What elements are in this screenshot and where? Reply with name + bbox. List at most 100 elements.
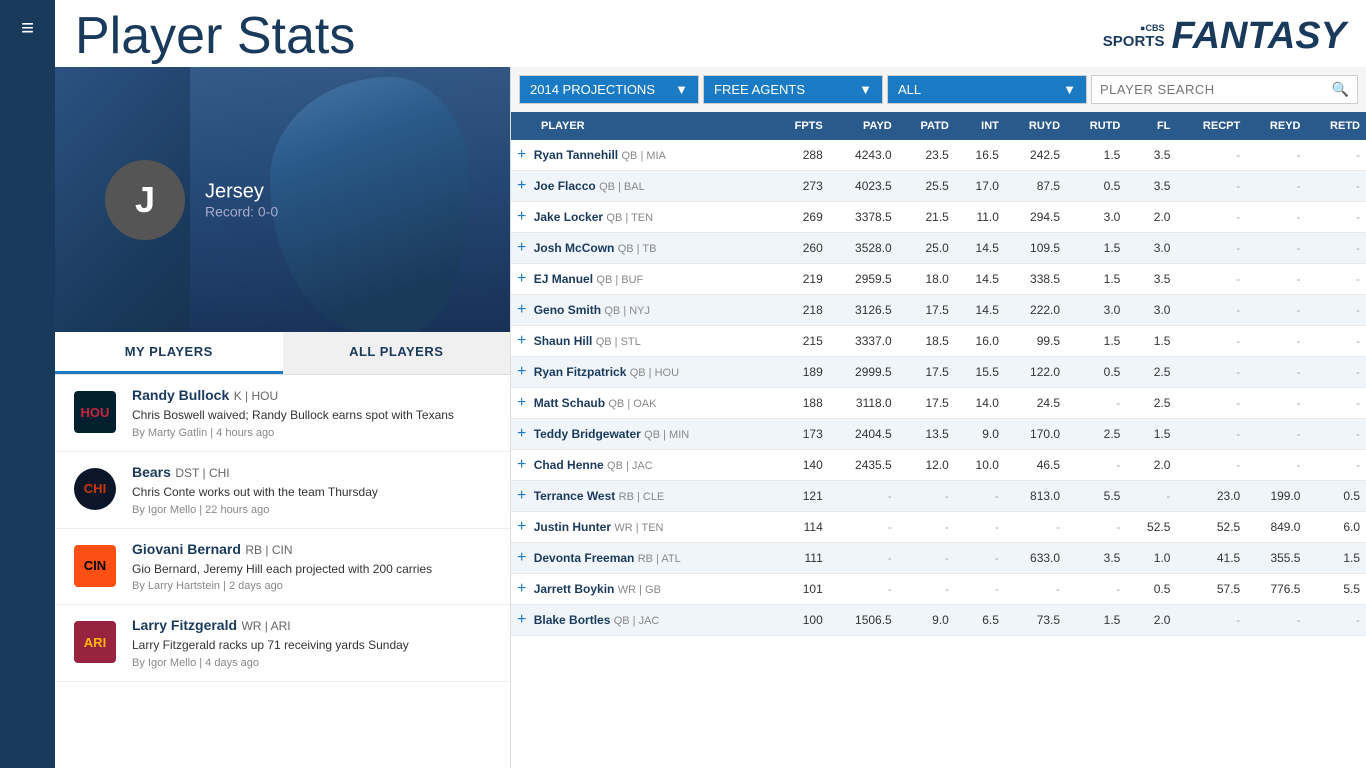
hero-name: Jersey (205, 180, 278, 203)
projection-filter[interactable]: 2014 PROJECTIONS ▼ (519, 75, 699, 104)
payd-cell: 4023.5 (829, 171, 898, 202)
fl-cell: 2.0 (1126, 202, 1176, 233)
recpt-cell: - (1176, 295, 1246, 326)
player-pos-team: RB | CLE (619, 491, 665, 503)
add-player-button[interactable]: + (517, 301, 526, 319)
search-input[interactable] (1100, 82, 1332, 97)
player-cell: + Jarrett Boykin WR | GB (511, 574, 772, 605)
recpt-cell: - (1176, 140, 1246, 171)
payd-cell: - (829, 512, 898, 543)
recpt-cell: - (1176, 419, 1246, 450)
add-player-button[interactable]: + (517, 270, 526, 288)
fpts-cell: 269 (772, 202, 829, 233)
ruyd-cell: 633.0 (1005, 543, 1066, 574)
fpts-cell: 121 (772, 481, 829, 512)
fl-cell: 3.0 (1126, 233, 1176, 264)
add-player-button[interactable]: + (517, 332, 526, 350)
table-row: + EJ Manuel QB | BUF 219 2959.5 18.0 14.… (511, 264, 1366, 295)
player-cell: + Terrance West RB | CLE (511, 481, 772, 512)
int-cell: 6.5 (955, 605, 1005, 636)
rutd-cell: 1.5 (1066, 140, 1126, 171)
news-desc: Gio Bernard, Jeremy Hill each projected … (132, 561, 495, 578)
player-cell: + Chad Henne QB | JAC (511, 450, 772, 481)
player-name: Ryan Fitzpatrick (534, 365, 627, 379)
patd-cell: 9.0 (898, 605, 955, 636)
news-item: ARI Larry Fitzgerald WR | ARI Larry Fitz… (55, 605, 510, 682)
table-row: + Devonta Freeman RB | ATL 111 - - - 633… (511, 543, 1366, 574)
sports-label: SPORTS (1103, 33, 1165, 50)
fpts-cell: 215 (772, 326, 829, 357)
add-player-button[interactable]: + (517, 425, 526, 443)
table-row: + Jarrett Boykin WR | GB 101 - - - - - 0… (511, 574, 1366, 605)
ruyd-cell: 73.5 (1005, 605, 1066, 636)
position-filter[interactable]: ALL ▼ (887, 75, 1087, 104)
col-fpts: FPTS (772, 112, 829, 140)
add-player-button[interactable]: + (517, 549, 526, 567)
ruyd-cell: 87.5 (1005, 171, 1066, 202)
player-pos-team: QB | OAK (608, 398, 656, 410)
agents-filter[interactable]: FREE AGENTS ▼ (703, 75, 883, 104)
payd-cell: - (829, 481, 898, 512)
news-meta: By Igor Mello | 4 days ago (132, 657, 495, 669)
int-cell: 14.5 (955, 295, 1005, 326)
player-cell: + Jake Locker QB | TEN (511, 202, 772, 233)
table-row: + Geno Smith QB | NYJ 218 3126.5 17.5 14… (511, 295, 1366, 326)
fpts-cell: 273 (772, 171, 829, 202)
ruyd-cell: 813.0 (1005, 481, 1066, 512)
reyd-cell: - (1246, 264, 1306, 295)
ruyd-cell: 294.5 (1005, 202, 1066, 233)
tab-all-players[interactable]: ALL PLAYERS (283, 332, 511, 374)
patd-cell: 17.5 (898, 388, 955, 419)
add-player-button[interactable]: + (517, 456, 526, 474)
news-text: Randy Bullock K | HOU Chris Boswell waiv… (132, 387, 495, 439)
player-name: Devonta Freeman (534, 551, 635, 565)
add-player-button[interactable]: + (517, 177, 526, 195)
add-player-button[interactable]: + (517, 394, 526, 412)
ruyd-cell: 99.5 (1005, 326, 1066, 357)
add-player-button[interactable]: + (517, 611, 526, 629)
player-name: EJ Manuel (534, 272, 593, 286)
player-pos-team: QB | BUF (596, 274, 643, 286)
add-player-button[interactable]: + (517, 239, 526, 257)
add-player-button[interactable]: + (517, 518, 526, 536)
recpt-cell: - (1176, 233, 1246, 264)
news-text: Giovani Bernard RB | CIN Gio Bernard, Je… (132, 541, 495, 593)
reyd-cell: 849.0 (1246, 512, 1306, 543)
add-player-button[interactable]: + (517, 580, 526, 598)
player-cell: + Joe Flacco QB | BAL (511, 171, 772, 202)
patd-cell: 17.5 (898, 357, 955, 388)
tab-my-players[interactable]: MY PLAYERS (55, 332, 283, 374)
retd-cell: - (1306, 295, 1366, 326)
patd-cell: 12.0 (898, 450, 955, 481)
int-cell: 14.0 (955, 388, 1005, 419)
news-player-name: Bears DST | CHI (132, 464, 495, 482)
stats-table-wrapper: PLAYER FPTS PAYD PATD INT RUYD RUTD FL R… (511, 112, 1366, 768)
payd-cell: 2959.5 (829, 264, 898, 295)
int-cell: 17.0 (955, 171, 1005, 202)
player-cell: + Blake Bortles QB | JAC (511, 605, 772, 636)
payd-cell: - (829, 574, 898, 605)
news-item: HOU Randy Bullock K | HOU Chris Boswell … (55, 375, 510, 452)
patd-cell: - (898, 574, 955, 605)
player-name: Shaun Hill (534, 334, 593, 348)
player-name: Blake Bortles (534, 613, 611, 627)
retd-cell: 1.5 (1306, 543, 1366, 574)
add-player-button[interactable]: + (517, 363, 526, 381)
stats-table: PLAYER FPTS PAYD PATD INT RUYD RUTD FL R… (511, 112, 1366, 636)
menu-icon[interactable]: ≡ (21, 15, 34, 41)
fl-cell: 52.5 (1126, 512, 1176, 543)
fl-cell: 1.0 (1126, 543, 1176, 574)
reyd-cell: - (1246, 357, 1306, 388)
fpts-cell: 260 (772, 233, 829, 264)
add-player-button[interactable]: + (517, 146, 526, 164)
search-icon[interactable]: 🔍 (1332, 81, 1349, 98)
recpt-cell: - (1176, 450, 1246, 481)
add-player-button[interactable]: + (517, 208, 526, 226)
news-team-logo: HOU (70, 387, 120, 437)
rutd-cell: - (1066, 388, 1126, 419)
news-team-logo: CIN (70, 541, 120, 591)
rutd-cell: - (1066, 574, 1126, 605)
int-cell: 9.0 (955, 419, 1005, 450)
fl-cell: 2.5 (1126, 357, 1176, 388)
add-player-button[interactable]: + (517, 487, 526, 505)
